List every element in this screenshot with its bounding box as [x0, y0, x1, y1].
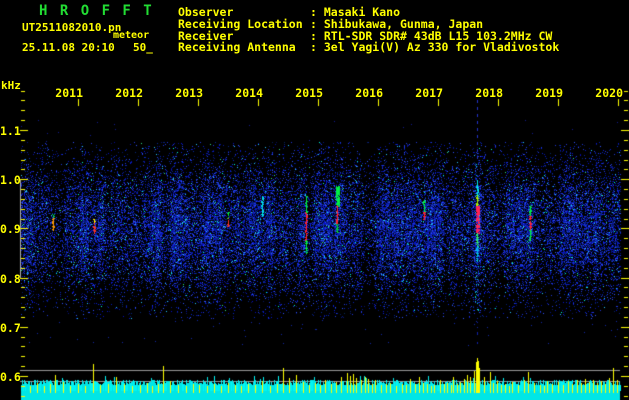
time-axis-label: 2019: [535, 86, 563, 100]
time-axis-label: 2017: [415, 86, 443, 100]
time-axis-label: 2018: [475, 86, 503, 100]
spectrogram-canvas: [0, 0, 629, 400]
capture-filename: UT2511082010.pn: [22, 21, 122, 34]
freq-axis-label: 0.6: [0, 370, 21, 384]
khz-unit-label: kHz: [1, 79, 21, 92]
seconds-counter: 50_: [133, 41, 153, 54]
time-axis-label: 2014: [235, 86, 263, 100]
info-value: : 3el Yagi(V) Az 330 for Vladivostok: [310, 40, 560, 55]
time-axis-label: 2016: [355, 86, 383, 100]
time-axis-label: 2013: [175, 86, 203, 100]
freq-axis-label: 0.7: [0, 321, 21, 335]
hrofft-screen: H R O F F T UT2511082010.pn meteor 25.11…: [0, 0, 629, 400]
mode-label: meteor: [113, 30, 150, 41]
info-label: Receiving Antenna: [178, 40, 296, 55]
app-title: H R O F F T: [39, 3, 154, 19]
time-axis-label: 2012: [115, 86, 143, 100]
freq-axis-label: 0.8: [0, 272, 21, 286]
time-axis-label: 2011: [55, 86, 83, 100]
freq-axis-label: 1.0: [0, 173, 21, 187]
time-axis-label: 2020: [595, 86, 623, 100]
time-axis-label: 2015: [295, 86, 323, 100]
freq-axis-label: 0.9: [0, 222, 21, 236]
capture-datetime: 25.11.08 20:10: [22, 41, 115, 54]
freq-axis-label: 1.1: [0, 124, 21, 138]
